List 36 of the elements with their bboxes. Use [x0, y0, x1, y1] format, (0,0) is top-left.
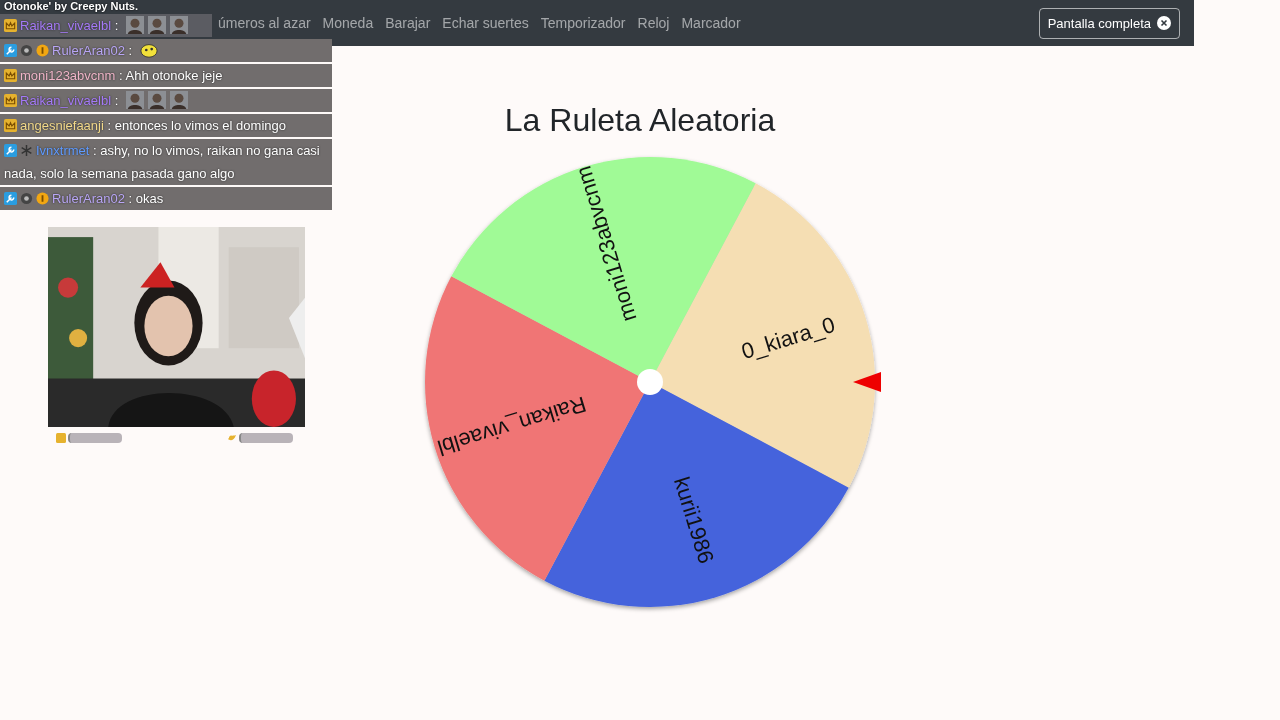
- nav-link[interactable]: úmeros al azar: [218, 15, 311, 31]
- gear-icon: [20, 192, 33, 205]
- nav-link[interactable]: Barajar: [385, 15, 431, 31]
- chat-message: angesniefaanji : entonces lo vimos el domingo: [0, 114, 332, 137]
- chat-message: Raikan_vivaelbl :: [0, 89, 332, 112]
- wrench-icon: [4, 144, 17, 157]
- fullscreen-button[interactable]: Pantalla completa: [1038, 7, 1180, 39]
- gear-icon: [20, 44, 33, 57]
- close-icon: [1157, 16, 1171, 30]
- portrait-emote-icon: [147, 16, 166, 34]
- nav-link[interactable]: Echar suertes: [442, 15, 529, 31]
- portrait-emote-icon: [125, 16, 144, 34]
- portrait-emote-icon: [125, 91, 144, 109]
- social-tag: [239, 433, 293, 443]
- nav-link[interactable]: Temporizador: [540, 15, 626, 31]
- song-caption: Otonoke' by Creepy Nuts.: [4, 0, 139, 13]
- coin-icon: [36, 192, 49, 205]
- wrench-icon: [4, 192, 17, 205]
- social-tag: [68, 433, 122, 443]
- nav-link[interactable]: Moneda: [322, 15, 374, 31]
- chat-message: Raikan_vivaelbl :: [0, 14, 212, 37]
- nav-link[interactable]: Marcador: [681, 15, 741, 31]
- snowflake-icon: [20, 144, 33, 157]
- page-title: La Ruleta Aleatoria: [504, 102, 776, 139]
- chat-message: RulerAran02 :: [0, 39, 332, 62]
- nav-link[interactable]: Reloj: [637, 15, 670, 31]
- portrait-emote-icon: [169, 16, 188, 34]
- chat-message: moni123abvcnm : Ahh otonoke jeje: [0, 64, 332, 87]
- wrench-icon: [4, 44, 17, 57]
- blob-emote-icon: [139, 41, 158, 59]
- chat-message: RulerAran02 : okas: [0, 187, 332, 210]
- portrait-emote-icon: [147, 91, 166, 109]
- portrait-emote-icon: [169, 91, 188, 109]
- pointer-icon: [853, 372, 881, 392]
- coin-icon: [36, 44, 49, 57]
- wheel-hub: [637, 369, 663, 395]
